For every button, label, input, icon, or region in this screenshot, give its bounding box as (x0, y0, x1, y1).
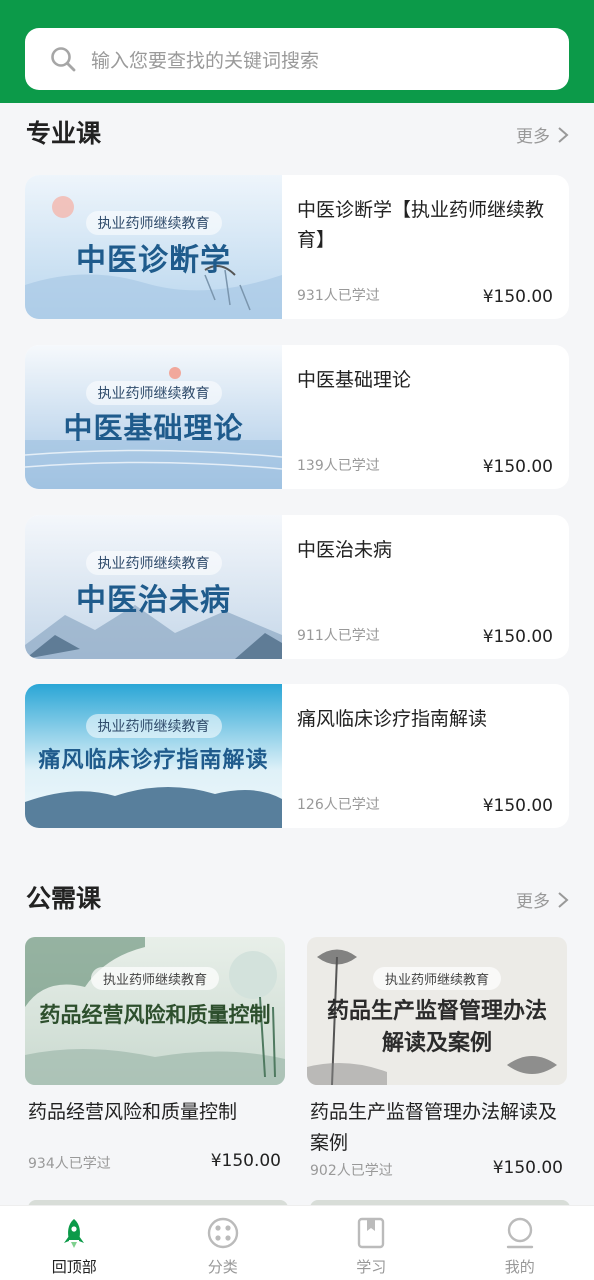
more-label: 更多 (516, 892, 550, 912)
chevron-right-icon (558, 891, 569, 908)
search-placeholder: 输入您要查找的关键词搜索 (91, 49, 320, 72)
tab-study[interactable]: 学习 (297, 1206, 446, 1280)
course-card[interactable]: 执业药师继续教育 中医基础理论 中医基础理论 139人已学过 ¥150.00 (25, 345, 569, 489)
course-card[interactable]: 执业药师继续教育 痛风临床诊疗指南解读 痛风临床诊疗指南解读 126人已学过 ¥… (25, 684, 569, 828)
tab-profile[interactable]: 我的 (446, 1206, 594, 1280)
learner-count: 934人已学过 (28, 1156, 111, 1172)
public-course-card[interactable]: 执业药师继续教育 药品经营风险和质量控制 药品经营风险和质量控制 934人已学过… (25, 937, 285, 1172)
tab-label: 学习 (356, 1258, 387, 1276)
rocket-icon (64, 1219, 85, 1248)
chevron-right-icon (558, 126, 569, 143)
tab-category[interactable]: 分类 (149, 1206, 298, 1280)
section-title-public: 公需课 (26, 884, 102, 913)
course-thumbnail: 执业药师继续教育 痛风临床诊疗指南解读 (25, 684, 282, 828)
course-thumbnail: 执业药师继续教育 中医基础理论 (25, 345, 282, 489)
thumb-title-line-2: 解读及案例 (381, 1030, 492, 1056)
course-thumbnail: 执业药师继续教育 中医诊断学 (25, 175, 282, 319)
course-title: 中医治未病 (297, 539, 393, 561)
thumb-title: 痛风临床诊疗指南解读 (38, 747, 269, 773)
course-thumbnail: 执业药师继续教育 药品生产监督管理办法 解读及案例 (307, 937, 567, 1085)
search-input[interactable]: 输入您要查找的关键词搜索 (25, 28, 569, 90)
learner-count: 126人已学过 (297, 797, 380, 813)
thumb-title: 中医治未病 (76, 583, 231, 618)
tab-label: 分类 (207, 1258, 238, 1276)
bottom-tab-bar: 回顶部 分类 学习 我的 (0, 1205, 594, 1280)
tab-label: 我的 (504, 1258, 535, 1276)
learner-count: 902人已学过 (310, 1163, 393, 1179)
learner-count: 139人已学过 (297, 458, 380, 474)
course-title: 药品生产监督管理办法解读及案例 (310, 1101, 558, 1154)
course-title: 痛风临床诊疗指南解读 (297, 708, 488, 730)
learner-count: 911人已学过 (297, 628, 380, 644)
thumb-title: 药品经营风险和质量控制 (39, 1002, 271, 1027)
tab-label: 回顶部 (51, 1258, 97, 1276)
thumb-title: 中医诊断学 (76, 243, 231, 278)
thumb-tag: 执业药师继续教育 (85, 211, 222, 235)
search-icon (51, 47, 76, 72)
course-price: ¥150.00 (482, 796, 553, 816)
course-price: ¥150.00 (482, 287, 553, 307)
course-price: ¥150.00 (482, 457, 553, 477)
thumb-title-line-1: 药品生产监督管理办法 (326, 998, 547, 1024)
section-title-professional: 专业课 (26, 119, 102, 148)
course-title: 中医诊断学【执业药师继续教育】 (297, 199, 545, 251)
course-price: ¥150.00 (492, 1158, 563, 1178)
course-title: 药品经营风险和质量控制 (28, 1101, 238, 1123)
more-public-link[interactable]: 更多 (516, 887, 570, 912)
study-icon (358, 1217, 385, 1249)
thumb-tag: 执业药师继续教育 (85, 714, 222, 738)
course-thumbnail: 执业药师继续教育 药品经营风险和质量控制 (25, 937, 285, 1085)
top-bar: 输入您要查找的关键词搜索 (0, 0, 594, 103)
thumb-tag: 执业药师继续教育 (372, 967, 502, 990)
course-title: 中医基础理论 (297, 369, 412, 391)
category-icon (207, 1217, 238, 1249)
thumb-title: 中医基础理论 (63, 411, 244, 445)
thumb-tag: 执业药师继续教育 (90, 967, 220, 990)
more-professional-link[interactable]: 更多 (516, 122, 570, 147)
learner-count: 931人已学过 (297, 288, 380, 304)
more-label: 更多 (516, 127, 550, 147)
course-price: ¥150.00 (210, 1151, 281, 1171)
thumb-tag: 执业药师继续教育 (85, 551, 222, 575)
tab-back-to-top[interactable]: 回顶部 (0, 1206, 149, 1280)
course-thumbnail: 执业药师继续教育 中医治未病 (25, 515, 282, 659)
course-price: ¥150.00 (482, 627, 553, 647)
profile-icon (506, 1217, 533, 1249)
public-course-card[interactable]: 执业药师继续教育 药品生产监督管理办法 解读及案例 药品生产监督管理办法解读及案… (307, 937, 567, 1179)
thumb-tag: 执业药师继续教育 (85, 381, 222, 405)
course-card[interactable]: 执业药师继续教育 中医诊断学 中医诊断学【执业药师继续教育】 931人已学过 ¥… (25, 175, 569, 319)
course-card[interactable]: 执业药师继续教育 中医治未病 中医治未病 911人已学过 ¥150.00 (25, 515, 569, 659)
